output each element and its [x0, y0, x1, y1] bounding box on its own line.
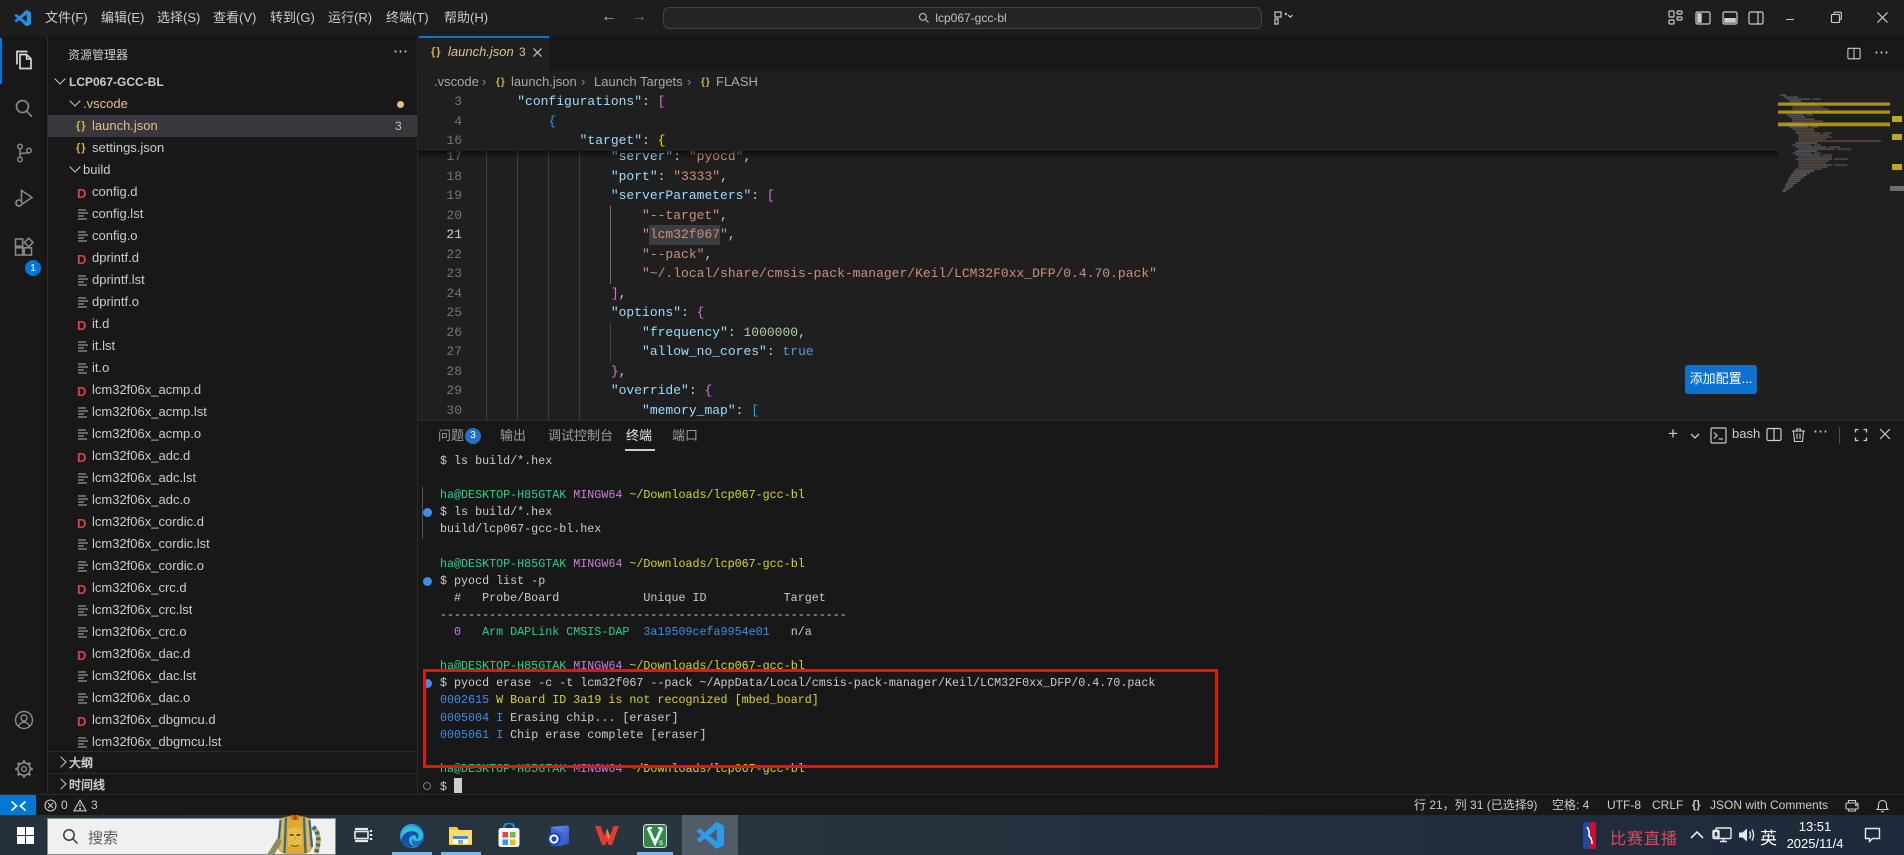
svg-text:s: s	[659, 838, 663, 847]
